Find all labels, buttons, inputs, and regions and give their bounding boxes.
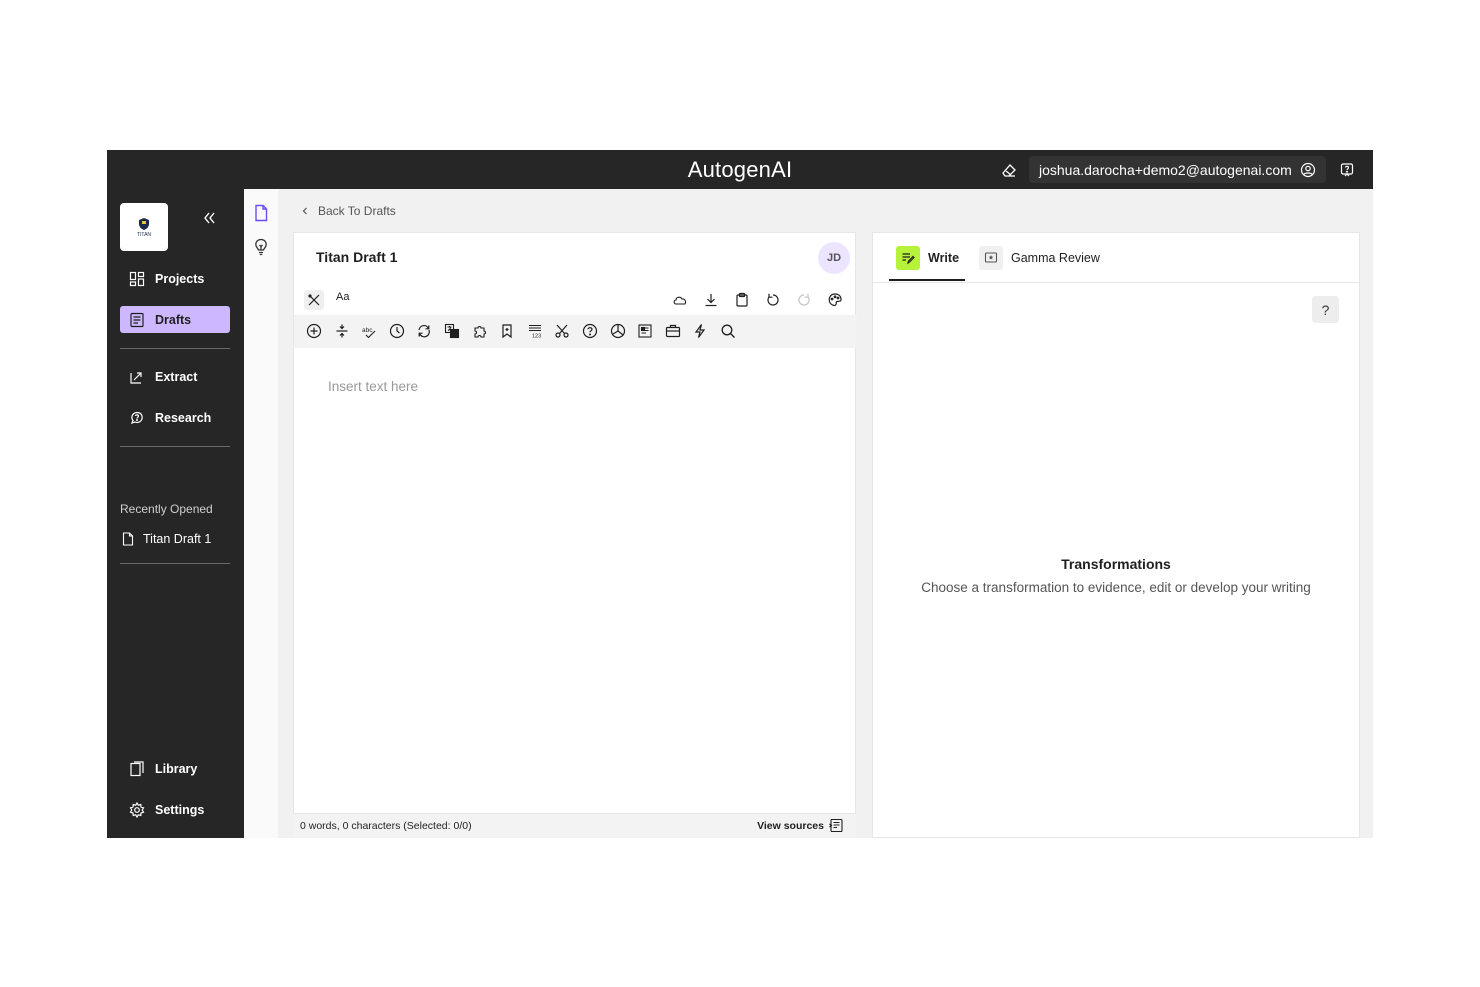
view-sources-button[interactable]: View sources xyxy=(757,818,844,833)
document-title[interactable]: Titan Draft 1 xyxy=(316,249,397,265)
word-count: 0 words, 0 characters (Selected: 0/0) xyxy=(300,820,472,832)
rephrase-icon[interactable] xyxy=(414,321,434,341)
file-icon xyxy=(122,532,134,546)
recent-item-label: Titan Draft 1 xyxy=(143,532,212,546)
palette-icon[interactable] xyxy=(825,290,845,310)
sidebar: TITAN Projects Drafts Extract Research R… xyxy=(107,189,244,838)
top-bar: AutogenAI joshua.darocha+demo2@autogenai… xyxy=(107,150,1373,189)
document-list-icon xyxy=(129,312,145,328)
sidebar-item-drafts[interactable]: Drafts xyxy=(120,306,230,333)
tab-label: Write xyxy=(928,251,960,265)
briefcase-icon[interactable] xyxy=(663,321,683,341)
avatar[interactable]: JD xyxy=(818,242,850,274)
write-icon xyxy=(896,246,920,270)
active-tab-indicator xyxy=(889,279,965,281)
editor-toolbar-transformations: abc 123 xyxy=(294,315,857,348)
clock-icon[interactable] xyxy=(387,321,407,341)
back-to-drafts-link[interactable]: Back To Drafts xyxy=(300,204,396,218)
transformations-panel: Write Gamma Review ? Transformations Cho… xyxy=(872,232,1360,838)
question-circle-icon[interactable] xyxy=(580,321,600,341)
app-window: AutogenAI joshua.darocha+demo2@autogenai… xyxy=(107,150,1373,838)
scissors-icon[interactable] xyxy=(552,321,572,341)
sidebar-item-label: Library xyxy=(155,761,198,776)
tab-label: Gamma Review xyxy=(1011,251,1100,265)
split-icon[interactable] xyxy=(332,321,352,341)
account-email: joshua.darocha+demo2@autogenai.com xyxy=(1039,161,1292,178)
sidebar-divider xyxy=(120,446,230,447)
sidebar-item-label: Projects xyxy=(155,271,205,286)
sources-icon xyxy=(829,818,844,833)
svg-text:123: 123 xyxy=(532,334,541,340)
back-label: Back To Drafts xyxy=(318,204,396,218)
redo-icon[interactable] xyxy=(794,290,814,310)
clipboard-icon[interactable] xyxy=(732,290,752,310)
sidebar-item-settings[interactable]: Settings xyxy=(120,796,230,823)
eraser-icon[interactable] xyxy=(999,160,1019,180)
logo-text: TITAN xyxy=(136,231,152,238)
lightning-icon[interactable] xyxy=(690,321,710,341)
sidebar-divider xyxy=(120,348,230,349)
puzzle-icon[interactable] xyxy=(470,321,490,341)
gear-icon xyxy=(129,801,145,818)
svg-text:abc: abc xyxy=(362,327,373,334)
bookmark-icon[interactable] xyxy=(497,321,517,341)
extract-icon xyxy=(129,369,145,385)
tab-gamma-review[interactable]: Gamma Review xyxy=(979,246,1100,270)
empty-state-title: Transformations xyxy=(1061,556,1171,572)
numbered-list-icon[interactable]: 123 xyxy=(525,321,545,341)
translate-icon[interactable] xyxy=(442,321,462,341)
cloud-save-icon[interactable] xyxy=(670,290,690,310)
chevron-left-icon xyxy=(300,206,310,216)
collapse-sidebar-icon[interactable] xyxy=(199,208,219,228)
font-format-button[interactable]: Aa xyxy=(336,291,349,303)
summary-icon[interactable] xyxy=(635,321,655,341)
account-menu[interactable]: joshua.darocha+demo2@autogenai.com xyxy=(1029,156,1326,183)
recently-opened-heading: Recently Opened xyxy=(120,502,213,516)
spellcheck-icon[interactable]: abc xyxy=(359,321,379,341)
help-button[interactable]: ? xyxy=(1312,296,1339,323)
add-icon[interactable] xyxy=(304,321,324,341)
undo-icon[interactable] xyxy=(763,290,783,310)
document-icon[interactable] xyxy=(251,203,271,223)
research-icon xyxy=(129,410,145,426)
review-icon xyxy=(979,246,1003,270)
sidebar-item-label: Research xyxy=(155,410,212,425)
editor-text-area[interactable]: Insert text here xyxy=(328,379,418,394)
editor-panel: Titan Draft 1 JD Aa abc 123 Insert text … xyxy=(293,232,857,838)
pie-chart-icon[interactable] xyxy=(608,321,628,341)
recent-item-titan-draft-1[interactable]: Titan Draft 1 xyxy=(122,532,211,546)
sidebar-item-research[interactable]: Research xyxy=(120,404,230,431)
user-circle-icon xyxy=(1300,162,1316,178)
sidebar-divider xyxy=(120,563,230,564)
help-chat-icon[interactable] xyxy=(1334,156,1360,183)
secondary-rail xyxy=(244,189,278,838)
sidebar-item-label: Settings xyxy=(155,802,205,817)
library-icon xyxy=(129,760,145,777)
tab-write[interactable]: Write xyxy=(896,246,959,270)
editor-toolbar-top: Aa xyxy=(294,285,857,315)
sidebar-item-library[interactable]: Library xyxy=(120,755,230,782)
panel-tabs: Write Gamma Review xyxy=(873,233,1359,283)
download-icon[interactable] xyxy=(701,290,721,310)
view-sources-label: View sources xyxy=(757,819,824,832)
tools-icon[interactable] xyxy=(304,290,324,310)
search-icon[interactable] xyxy=(718,321,738,341)
grid-icon xyxy=(129,271,145,287)
sidebar-item-projects[interactable]: Projects xyxy=(120,265,230,292)
shield-icon xyxy=(139,217,149,230)
sidebar-item-extract[interactable]: Extract xyxy=(120,363,230,390)
org-logo[interactable]: TITAN xyxy=(120,203,168,251)
empty-state-description: Choose a transformation to evidence, edi… xyxy=(921,580,1311,595)
sidebar-item-label: Drafts xyxy=(155,312,192,327)
editor-status-bar: 0 words, 0 characters (Selected: 0/0) Vi… xyxy=(293,813,856,838)
sidebar-item-label: Extract xyxy=(155,369,198,384)
lightbulb-icon[interactable] xyxy=(251,237,271,257)
